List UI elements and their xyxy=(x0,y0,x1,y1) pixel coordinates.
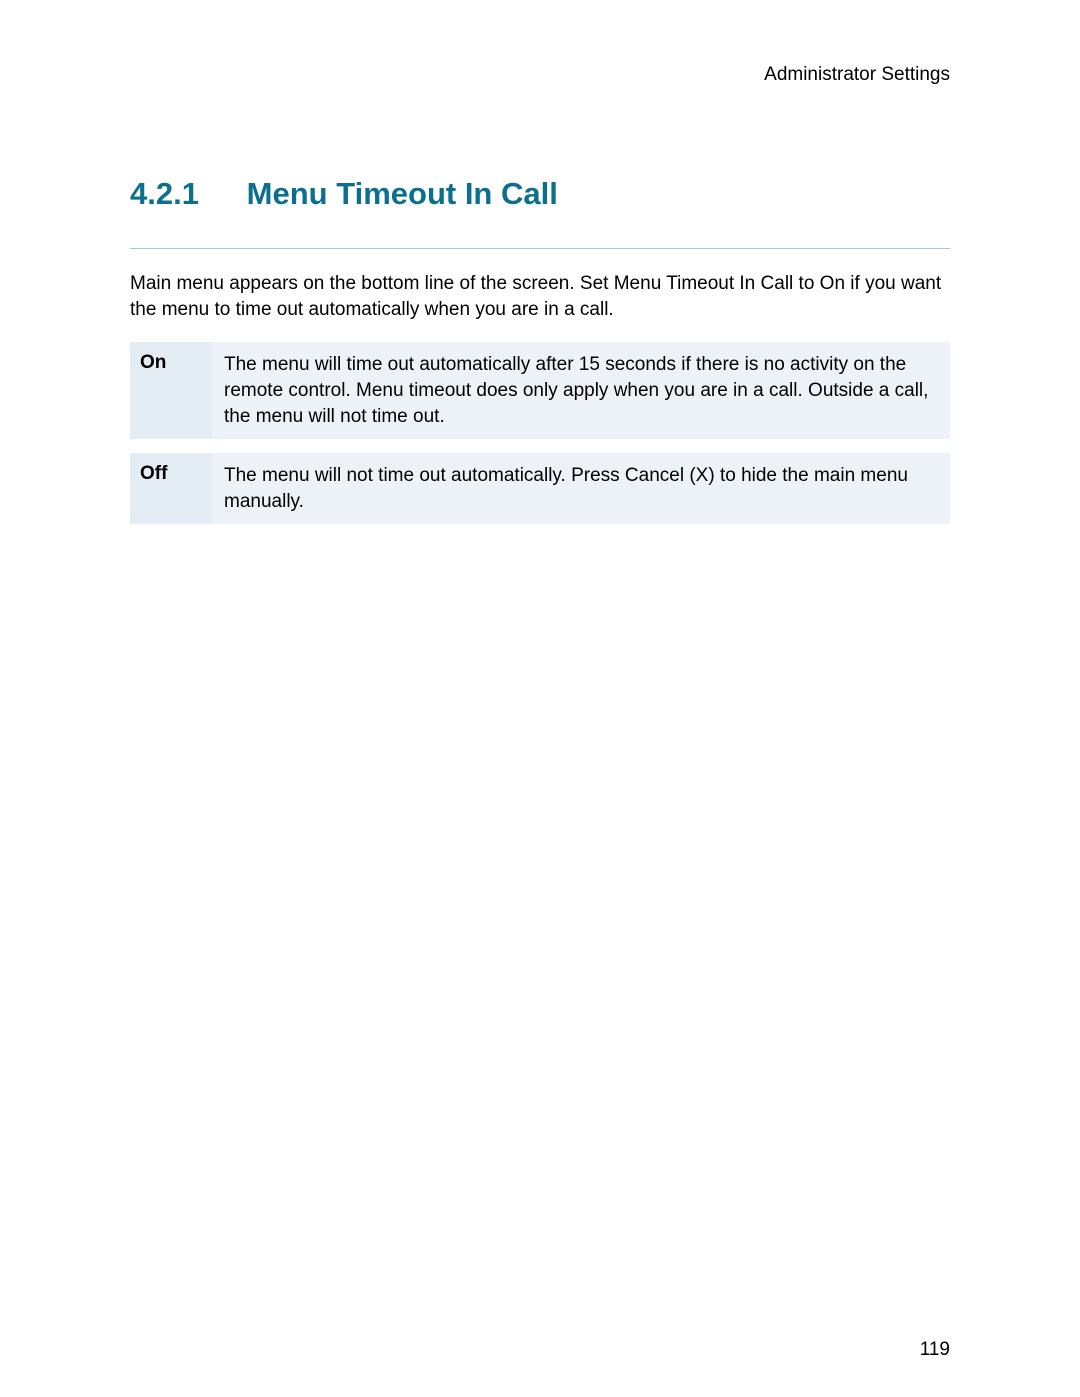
table-row: Off The menu will not time out automatic… xyxy=(130,453,950,524)
section-title: Menu Timeout In Call xyxy=(247,176,558,211)
section-heading: 4.2.1 Menu Timeout In Call xyxy=(130,176,950,212)
section-number: 4.2.1 xyxy=(130,176,240,212)
intro-paragraph: Main menu appears on the bottom line of … xyxy=(130,271,950,322)
option-desc-on: The menu will time out automatically aft… xyxy=(212,342,950,439)
document-page: Administrator Settings 4.2.1 Menu Timeou… xyxy=(0,0,1080,1397)
option-label-on: On xyxy=(130,342,212,439)
page-number: 119 xyxy=(920,1339,950,1361)
options-table: On The menu will time out automatically … xyxy=(130,342,950,524)
table-row: On The menu will time out automatically … xyxy=(130,342,950,439)
option-desc-off: The menu will not time out automatically… xyxy=(212,453,950,524)
section-divider xyxy=(130,248,950,249)
option-label-off: Off xyxy=(130,453,212,524)
header-category: Administrator Settings xyxy=(130,64,950,86)
